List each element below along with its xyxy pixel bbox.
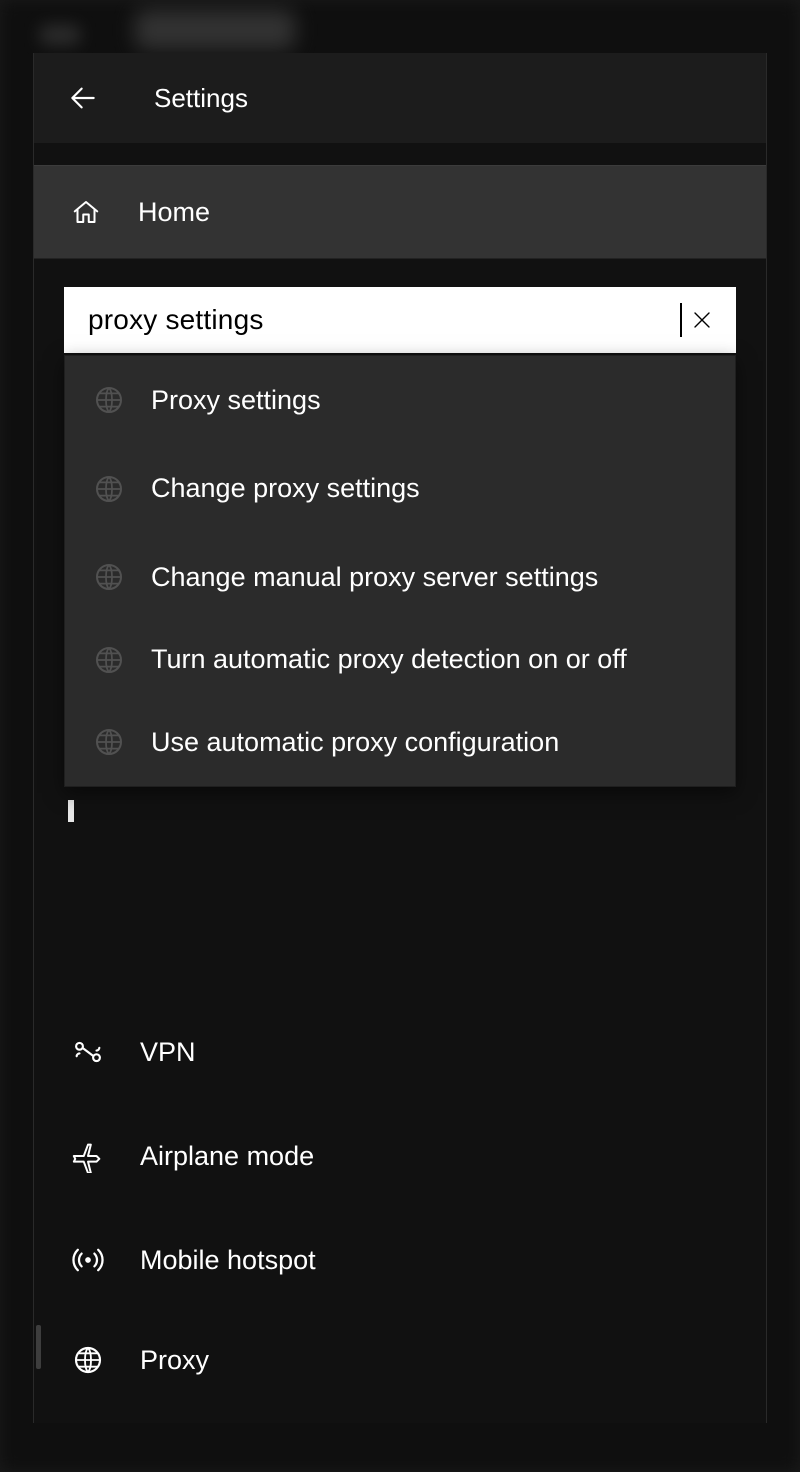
header-bar: Settings: [34, 53, 766, 143]
suggestion-proxy-settings[interactable]: Proxy settings: [65, 356, 735, 444]
suggestion-change-manual-proxy-server-settings[interactable]: Change manual proxy server settings: [65, 533, 735, 621]
globe-icon: [91, 382, 127, 418]
suggestion-label: Change manual proxy server settings: [151, 559, 598, 595]
close-icon: [690, 308, 714, 332]
clear-search-button[interactable]: [682, 300, 722, 340]
sidebar-item-vpn[interactable]: VPN: [34, 1000, 766, 1104]
obscured-content-edge: [68, 800, 74, 822]
search-container: proxy settings Proxy settings: [64, 287, 736, 353]
globe-icon: [91, 642, 127, 678]
sidebar-item-label: VPN: [140, 1037, 196, 1068]
sidebar-item-label: Airplane mode: [140, 1141, 314, 1172]
suggestion-label: Proxy settings: [151, 382, 321, 418]
search-input[interactable]: proxy settings: [88, 304, 682, 336]
sidebar-item-mobile-hotspot[interactable]: Mobile hotspot: [34, 1208, 766, 1312]
back-arrow-icon: [67, 82, 99, 114]
settings-window: Settings Home VPN: [33, 53, 767, 1423]
sidebar-item-home[interactable]: Home: [34, 165, 766, 259]
suggestion-label: Use automatic proxy configuration: [151, 724, 559, 760]
page-title: Settings: [154, 83, 248, 114]
suggestion-use-automatic-proxy-configuration[interactable]: Use automatic proxy configuration: [65, 698, 735, 786]
globe-icon: [70, 1342, 106, 1378]
hotspot-icon: [70, 1242, 106, 1278]
home-icon: [70, 196, 102, 228]
suggestion-label: Turn automatic proxy detection on or off: [151, 641, 627, 677]
suggestion-change-proxy-settings[interactable]: Change proxy settings: [65, 444, 735, 532]
search-suggestions-dropdown: Proxy settings Change proxy settings: [64, 355, 736, 787]
back-button[interactable]: [62, 77, 104, 119]
background-blur-text: [135, 10, 295, 50]
home-label: Home: [138, 197, 210, 228]
sidebar-item-proxy[interactable]: Proxy: [34, 1312, 766, 1408]
globe-icon: [91, 471, 127, 507]
search-box[interactable]: proxy settings: [64, 287, 736, 353]
suggestion-label: Change proxy settings: [151, 470, 420, 506]
scrollbar-thumb[interactable]: [36, 1325, 41, 1369]
suggestion-turn-automatic-proxy-detection[interactable]: Turn automatic proxy detection on or off: [65, 621, 735, 697]
sidebar-item-label: Proxy: [140, 1345, 209, 1376]
background-blur-text: [40, 25, 80, 45]
vpn-icon: [70, 1034, 106, 1070]
globe-icon: [91, 559, 127, 595]
airplane-icon: [70, 1138, 106, 1174]
sidebar-item-label: Mobile hotspot: [140, 1245, 316, 1276]
globe-icon: [91, 724, 127, 760]
sidebar-item-airplane-mode[interactable]: Airplane mode: [34, 1104, 766, 1208]
